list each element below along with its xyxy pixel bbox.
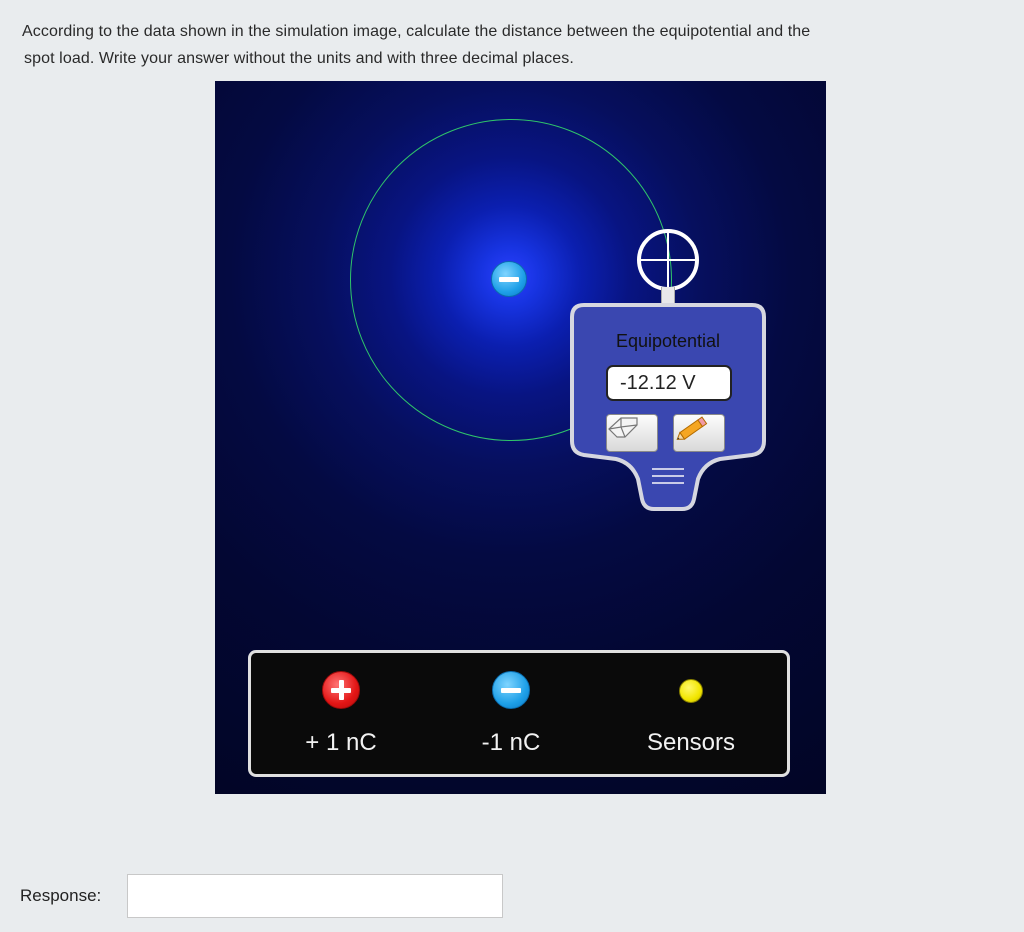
question-line-1: According to the data shown in the simul… xyxy=(22,23,811,40)
drag-grip-icon[interactable] xyxy=(652,468,684,490)
eraser-icon xyxy=(608,417,638,438)
negative-point-charge[interactable] xyxy=(491,261,527,297)
positive-charge-source[interactable]: + 1 nC xyxy=(291,671,391,757)
negative-charge-source[interactable]: -1 nC xyxy=(456,671,566,757)
sensor-title: Equipotential xyxy=(615,331,721,351)
sensor-dot-icon[interactable] xyxy=(679,679,703,703)
response-label: Response: xyxy=(20,886,102,905)
voltage-readout: -12.12 V xyxy=(606,365,732,401)
charge-toolbox: + 1 nC -1 nC Sensors xyxy=(248,650,790,777)
sensors-label: Sensors xyxy=(646,729,736,756)
simulation-canvas[interactable]: Equipotential -12.12 V + 1 nC -1 nC Sens… xyxy=(215,81,826,794)
equipotential-sensor[interactable]: Equipotential -12.12 V xyxy=(570,303,766,513)
pencil-icon xyxy=(676,416,708,440)
positive-charge-icon[interactable] xyxy=(322,671,360,709)
negative-charge-icon[interactable] xyxy=(492,671,530,709)
response-input[interactable] xyxy=(127,874,503,918)
pencil-button[interactable] xyxy=(673,414,725,452)
sensors-source[interactable]: Sensors xyxy=(631,671,751,757)
question-text: According to the data shown in the simul… xyxy=(22,18,1007,72)
question-line-2: spot load. Write your answer without the… xyxy=(24,50,574,67)
negative-charge-label: -1 nC xyxy=(481,729,541,756)
positive-charge-label: + 1 nC xyxy=(305,729,377,756)
eraser-button[interactable] xyxy=(606,414,658,452)
crosshair-icon[interactable] xyxy=(636,228,700,292)
